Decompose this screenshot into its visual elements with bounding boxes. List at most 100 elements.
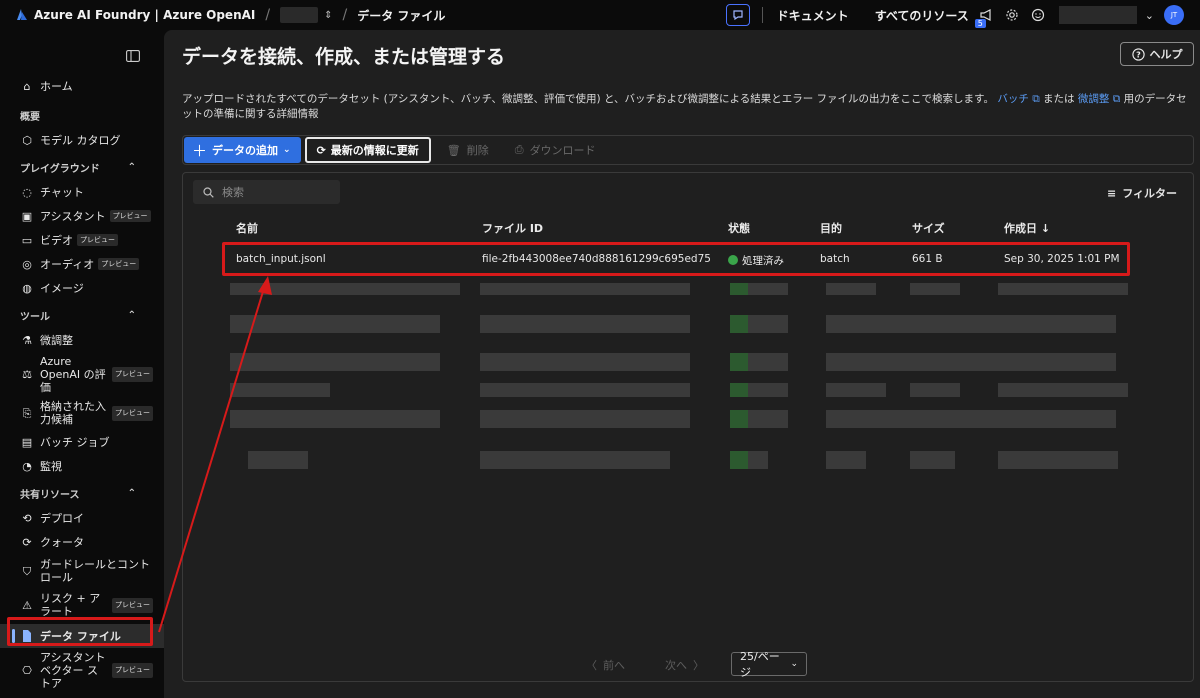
sidebar-item-finetune[interactable]: ⚗ 微調整 <box>0 328 164 352</box>
cell-created: Sep 30, 2025 1:01 PM <box>1004 253 1120 265</box>
download-button[interactable]: ⎙ ダウンロード <box>515 142 596 158</box>
refresh-label: 最新の情報に更新 <box>330 144 419 157</box>
search-placeholder: 検索 <box>222 186 244 199</box>
monitor-icon: ◔ <box>22 459 32 473</box>
section-tools[interactable]: ツール ⌃ <box>0 302 164 328</box>
preview-badge: プレビュー <box>98 258 140 270</box>
file-icon <box>20 629 34 643</box>
sidebar-item-label: リスク + ア ラート <box>40 592 101 618</box>
cube-icon: ⬡ <box>22 133 32 147</box>
sidebar-item-label: アシスタント ベクター ス トア <box>40 650 106 690</box>
sidebar-item-assistant[interactable]: ▣ アシスタント プレビュー <box>0 204 164 228</box>
sidebar-item-label: データ ファイル <box>40 630 121 643</box>
search-input[interactable]: 検索 <box>193 180 340 204</box>
column-header-file-id[interactable]: ファイル ID <box>482 220 543 236</box>
brand[interactable]: Azure AI Foundry | Azure OpenAI <box>0 8 255 22</box>
sidebar-item-label: オーディオ <box>40 258 95 271</box>
user-name-redacted <box>1058 6 1137 24</box>
section-shared-resources[interactable]: 共有リソース ⌃ <box>0 480 164 506</box>
filter-button[interactable]: ≡ フィルター <box>1107 185 1177 201</box>
gear-icon <box>1006 9 1018 21</box>
chevron-right-icon: 〉 <box>693 659 704 672</box>
cell-name[interactable]: batch_input.jsonl <box>236 253 326 265</box>
feedback-button[interactable] <box>1025 8 1051 22</box>
help-label: ヘルプ <box>1149 48 1183 61</box>
help-button[interactable]: ? ヘルプ <box>1120 42 1194 66</box>
sidebar-item-audio[interactable]: ◎ オーディオ プレビュー <box>0 252 164 276</box>
vector-store-icon: ⎔ <box>22 663 32 677</box>
sidebar-item-chat[interactable]: ◌ チャット <box>0 180 164 204</box>
settings-button[interactable] <box>999 8 1025 22</box>
sidebar-item-monitor[interactable]: ◔ 監視 <box>0 454 164 478</box>
sidebar-item-label: チャット <box>40 186 84 199</box>
sidebar-item-stored-completions[interactable]: ⎘ 格納された入 力候補 プレビュー <box>0 396 164 430</box>
data-files-panel: 検索 ≡ フィルター 名前 ファイル ID 状態 目的 サイズ 作成日 ↓ ba… <box>182 172 1194 682</box>
sidebar-item-video[interactable]: ▭ ビデオ プレビュー <box>0 228 164 252</box>
main-content: データを接続、作成、または管理する ? ヘルプ アップロードされたすべてのデータ… <box>164 30 1200 698</box>
flask-icon: ⚗ <box>22 333 32 347</box>
all-resources-link[interactable]: すべてのリソース <box>875 7 969 24</box>
section-label: 共有リソース <box>20 489 80 501</box>
description-text: または <box>1043 93 1075 105</box>
sidebar-item-home[interactable]: ⌂ ホーム <box>0 74 164 98</box>
plus-icon: ＋ <box>192 141 208 160</box>
sidebar-item-label: アシスタント <box>40 210 106 223</box>
chevron-updown-icon[interactable]: ⇕ <box>324 10 332 21</box>
delete-button[interactable]: 🗑 削除 <box>447 142 489 158</box>
quota-icon: ⟳ <box>22 535 32 549</box>
sidebar-item-model-catalog[interactable]: ⬡ モデル カタログ <box>0 128 164 152</box>
batch-link[interactable]: バッチ <box>997 93 1029 105</box>
filter-icon: ≡ <box>1107 186 1117 200</box>
cell-purpose: batch <box>820 253 850 265</box>
column-header-created[interactable]: 作成日 ↓ <box>1004 220 1050 236</box>
column-header-size[interactable]: サイズ <box>912 220 945 236</box>
divider <box>761 7 763 23</box>
column-header-purpose[interactable]: 目的 <box>820 220 842 236</box>
video-icon: ▭ <box>21 233 33 247</box>
image-icon: ◍ <box>22 281 32 295</box>
chevron-up-icon: ⌃ <box>127 487 136 499</box>
page-size-select[interactable]: 25/ページ ⌄ <box>731 650 807 679</box>
sidebar-item-batch[interactable]: ▤ バッチ ジョブ <box>0 430 164 454</box>
section-playground[interactable]: プレイグラウンド ⌃ <box>0 154 164 180</box>
next-page-button[interactable]: 次へ <box>665 657 687 673</box>
docs-link[interactable]: ドキュメント <box>777 7 849 24</box>
sidebar-item-label: バッチ ジョブ <box>40 436 110 449</box>
sidebar-item-quota[interactable]: ⟳ クォータ <box>0 530 164 554</box>
sidebar-item-data-files[interactable]: データ ファイル <box>0 624 164 648</box>
external-link-icon: ⧉ <box>1028 93 1044 105</box>
notifications-button[interactable]: 5 <box>973 8 999 28</box>
avatar[interactable]: JT <box>1164 5 1184 25</box>
sidebar-item-label: クォータ <box>40 536 84 549</box>
chevron-up-icon: ⌃ <box>127 161 136 173</box>
sidebar-item-guardrails[interactable]: ⛉ ガードレールとコント ロール <box>0 554 164 588</box>
finetune-link[interactable]: 微調整 <box>1078 93 1110 105</box>
filter-label: フィルター <box>1122 187 1177 200</box>
sidebar-item-label: 微調整 <box>40 334 73 347</box>
chevron-down-icon: ⌄ <box>790 659 798 669</box>
column-header-status[interactable]: 状態 <box>728 220 750 236</box>
breadcrumb-separator: / <box>265 7 271 23</box>
sidebar-item-image[interactable]: ◍ イメージ <box>0 276 164 300</box>
chevron-down-icon[interactable]: ⌄ <box>1145 9 1154 22</box>
copilot-button[interactable] <box>725 4 750 26</box>
sidebar-item-vector-store[interactable]: ⎔ アシスタント ベクター ス トア プレビュー <box>0 648 164 692</box>
collapse-sidebar-icon[interactable] <box>126 50 140 65</box>
brand-title: Azure AI Foundry | Azure OpenAI <box>34 8 256 22</box>
breadcrumb-current: データ ファイル <box>357 8 446 23</box>
sidebar-item-deploy[interactable]: ⟲ デプロイ <box>0 506 164 530</box>
shield-icon: ⛉ <box>22 564 32 578</box>
sidebar-item-evaluation[interactable]: ⚖ Azure OpenAI の評 価 プレビュー <box>0 352 164 396</box>
project-selector-redacted[interactable] <box>280 7 319 23</box>
search-icon <box>203 186 214 198</box>
add-data-button[interactable]: ＋ データの追加 ⌄ <box>184 137 301 163</box>
check-icon <box>728 255 738 265</box>
column-header-name[interactable]: 名前 <box>236 220 258 236</box>
copilot-icon <box>733 10 743 21</box>
chevron-down-icon: ⌄ <box>283 145 291 155</box>
cell-status: 処理済み <box>728 253 784 268</box>
refresh-button[interactable]: ⟳ 最新の情報に更新 <box>304 137 431 163</box>
sidebar-item-risk-alerts[interactable]: ⚠ リスク + ア ラート プレビュー <box>0 588 164 622</box>
prev-page-button[interactable]: 前へ <box>603 657 625 673</box>
preview-badge: プレビュー <box>112 597 153 613</box>
